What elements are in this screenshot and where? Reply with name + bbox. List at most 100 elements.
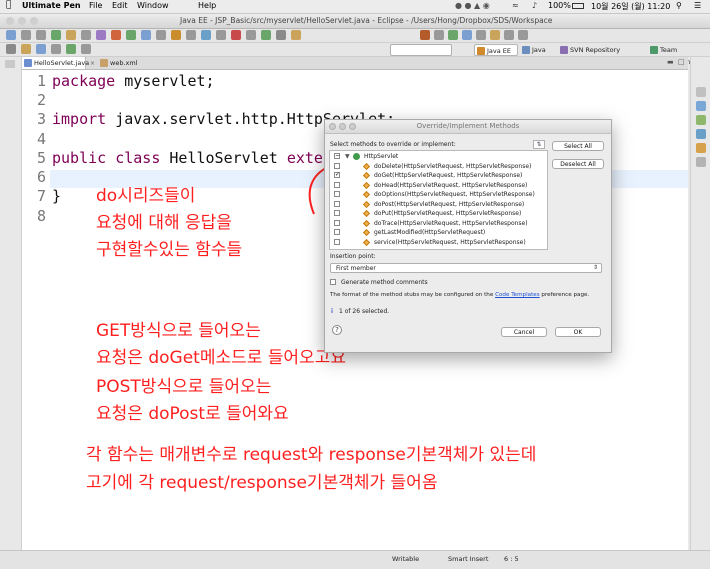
menu-help[interactable]: Help bbox=[198, 1, 216, 10]
toolbar-button-icon[interactable] bbox=[6, 44, 16, 54]
code-line[interactable]: package myservlet; bbox=[52, 72, 215, 90]
perspective-svn-repository-exploring[interactable]: SVN Repository Exploring bbox=[558, 44, 646, 66]
tab-hello-servlet[interactable]: HelloServlet.java bbox=[22, 57, 89, 69]
close-tab-icon[interactable]: × bbox=[90, 60, 95, 67]
expand-arrow-icon[interactable]: ▼ bbox=[345, 152, 350, 162]
toolbar-button-icon[interactable] bbox=[171, 30, 181, 40]
toolbar-button-icon[interactable] bbox=[448, 30, 458, 40]
method-row[interactable]: service(HttpServletRequest, HttpServletR… bbox=[330, 238, 547, 248]
app-menu[interactable]: Ultimate Pen bbox=[22, 1, 81, 10]
toolbar-button-icon[interactable] bbox=[51, 44, 61, 54]
toolbar-button-icon[interactable] bbox=[291, 30, 301, 40]
toolbar-button-icon[interactable] bbox=[518, 30, 528, 40]
volume-icon[interactable]: ♪ bbox=[532, 1, 537, 10]
toolbar-button-icon[interactable] bbox=[21, 44, 31, 54]
toolbar-button-icon[interactable] bbox=[141, 30, 151, 40]
zoom-window-button[interactable] bbox=[30, 17, 38, 25]
toolbar-button-icon[interactable] bbox=[81, 44, 91, 54]
toolbar-button-icon[interactable] bbox=[490, 30, 500, 40]
method-checkbox[interactable] bbox=[334, 162, 340, 169]
menu-file[interactable]: File bbox=[89, 1, 102, 10]
code-line[interactable]: } bbox=[52, 187, 61, 205]
outline-view-icon[interactable] bbox=[696, 87, 706, 97]
clock[interactable]: 10월 26일 (월) 11:20 bbox=[591, 1, 670, 12]
toolbar-button-icon[interactable] bbox=[201, 30, 211, 40]
deselect-all-button[interactable]: Deselect All bbox=[552, 159, 604, 169]
tree-root-row[interactable]: − ▼ HttpServlet bbox=[330, 152, 547, 162]
minimize-editor-icon[interactable]: ▬ bbox=[667, 58, 674, 66]
toolbar-button-icon[interactable] bbox=[231, 30, 241, 40]
ok-button[interactable]: OK bbox=[555, 327, 601, 337]
toolbar-button-icon[interactable] bbox=[126, 30, 136, 40]
quick-access-input[interactable] bbox=[390, 44, 452, 56]
code-templates-link[interactable]: Code Templates bbox=[495, 292, 540, 298]
perspective-java-ee[interactable]: Java EE bbox=[474, 44, 518, 56]
snippets-view-icon[interactable] bbox=[696, 157, 706, 167]
sort-icon[interactable]: ⇅ bbox=[533, 140, 545, 149]
perspective-java[interactable]: Java bbox=[520, 44, 556, 56]
toolbar-button-icon[interactable] bbox=[186, 30, 196, 40]
method-row[interactable]: doTrace(HttpServletRequest, HttpServletR… bbox=[330, 219, 547, 229]
maximize-editor-icon[interactable]: □ bbox=[678, 58, 685, 66]
toolbar-button-icon[interactable] bbox=[261, 30, 271, 40]
toolbar-button-icon[interactable] bbox=[504, 30, 514, 40]
toolbar-button-icon[interactable] bbox=[6, 30, 16, 40]
method-row[interactable]: ✓ doGet(HttpServletRequest, HttpServletRe… bbox=[330, 171, 547, 181]
insertion-point-select[interactable]: First member ⇕ bbox=[330, 263, 602, 273]
method-checkbox[interactable]: ✓ bbox=[334, 172, 340, 178]
toolbar-button-icon[interactable] bbox=[462, 30, 472, 40]
toolbar-button-icon[interactable] bbox=[81, 30, 91, 40]
toolbar-button-icon[interactable] bbox=[156, 30, 166, 40]
help-icon[interactable]: ? bbox=[332, 325, 342, 335]
method-row[interactable]: doPost(HttpServletRequest, HttpServletRe… bbox=[330, 200, 547, 210]
toolbar-button-icon[interactable] bbox=[21, 30, 31, 40]
method-row[interactable]: doPut(HttpServletRequest, HttpServletRes… bbox=[330, 209, 547, 219]
close-window-button[interactable] bbox=[6, 17, 14, 25]
method-checkbox[interactable] bbox=[334, 238, 340, 245]
task-list-icon[interactable] bbox=[696, 101, 706, 111]
toolbar-button-icon[interactable] bbox=[96, 30, 106, 40]
minimize-window-button[interactable] bbox=[18, 17, 26, 25]
toolbar-button-icon[interactable] bbox=[36, 44, 46, 54]
dialog-minimize-button[interactable] bbox=[339, 123, 346, 130]
toolbar-button-icon[interactable] bbox=[111, 30, 121, 40]
root-checkbox[interactable]: − bbox=[334, 153, 340, 159]
method-row[interactable]: doOptions(HttpServletRequest, HttpServle… bbox=[330, 190, 547, 200]
perspective-team-synchronizing[interactable]: Team Synchronizing bbox=[648, 44, 710, 66]
toolbar-button-icon[interactable] bbox=[420, 30, 430, 40]
status-icons[interactable]: ● ● ▲ ◉ bbox=[455, 1, 490, 10]
console-view-icon[interactable] bbox=[696, 129, 706, 139]
tab-web-xml[interactable]: web.xml bbox=[98, 57, 148, 69]
toolbar-button-icon[interactable] bbox=[434, 30, 444, 40]
apple-icon[interactable]:  bbox=[6, 0, 11, 10]
toolbar-button-icon[interactable] bbox=[51, 30, 61, 40]
method-checkbox[interactable] bbox=[334, 210, 340, 216]
dialog-close-button[interactable] bbox=[329, 123, 336, 130]
toolbar-button-icon[interactable] bbox=[276, 30, 286, 40]
wifi-icon[interactable]: ≈ bbox=[512, 1, 519, 10]
menu-window[interactable]: Window bbox=[137, 1, 169, 10]
method-checkbox[interactable] bbox=[334, 229, 340, 235]
method-row[interactable]: getLastModified(HttpServletRequest) bbox=[330, 228, 547, 238]
toolbar-button-icon[interactable] bbox=[36, 30, 46, 40]
restore-view-icon[interactable] bbox=[5, 60, 15, 68]
method-checkbox[interactable] bbox=[334, 181, 340, 188]
servers-view-icon[interactable] bbox=[696, 115, 706, 125]
notification-icon[interactable]: ☰ bbox=[694, 1, 701, 10]
method-row[interactable]: doHead(HttpServletRequest, HttpServletRe… bbox=[330, 181, 547, 191]
toolbar-button-icon[interactable] bbox=[246, 30, 256, 40]
spotlight-icon[interactable]: ⚲ bbox=[676, 1, 682, 10]
method-row[interactable]: doDelete(HttpServletRequest, HttpServlet… bbox=[330, 162, 547, 172]
toolbar-button-icon[interactable] bbox=[66, 30, 76, 40]
method-checkbox[interactable] bbox=[334, 200, 340, 207]
method-checkbox[interactable] bbox=[334, 219, 340, 226]
cancel-button[interactable]: Cancel bbox=[501, 327, 547, 337]
toolbar-button-icon[interactable] bbox=[476, 30, 486, 40]
menu-edit[interactable]: Edit bbox=[112, 1, 128, 10]
select-all-button[interactable]: Select All bbox=[552, 141, 604, 151]
problems-view-icon[interactable] bbox=[696, 143, 706, 153]
generate-comments-checkbox[interactable] bbox=[330, 279, 336, 285]
toolbar-button-icon[interactable] bbox=[66, 44, 76, 54]
dialog-zoom-button[interactable] bbox=[349, 123, 356, 130]
method-checkbox[interactable] bbox=[334, 191, 340, 197]
